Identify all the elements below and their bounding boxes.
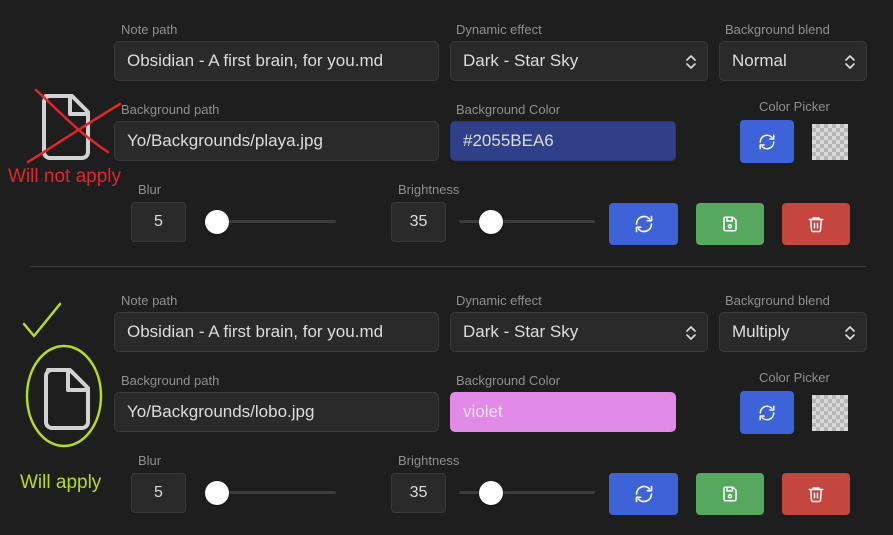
blur-slider-handle[interactable] [205,481,229,505]
save-icon [723,216,737,232]
checkmark-annotation [22,302,62,338]
dynamic-effect-value: Dark - Star Sky [463,51,579,70]
chevron-updown-icon [845,55,855,69]
blur-label: Blur [138,453,162,468]
color-picker-label: Color Picker [759,99,830,114]
brightness-slider-handle[interactable] [479,210,504,234]
background-color-label: Background Color [456,373,561,388]
file-circled-annotation [25,344,103,448]
chevron-updown-icon [845,326,855,340]
background-path-input[interactable]: Yo/Backgrounds/playa.jpg [114,121,439,161]
file-icon [44,368,90,430]
reset-button[interactable] [609,203,678,245]
blur-value[interactable]: 5 [131,202,186,242]
save-button[interactable] [696,473,764,515]
delete-button[interactable] [782,203,850,245]
background-color-label: Background Color [456,102,561,117]
will-apply-annotation: Will apply [20,472,102,493]
background-blend-value: Normal [732,51,787,70]
brightness-value[interactable]: 35 [391,202,446,242]
background-path-label: Background path [121,373,220,388]
background-path-input[interactable]: Yo/Backgrounds/lobo.jpg [114,392,439,432]
color-picker-reset-button[interactable] [740,391,794,434]
dynamic-effect-select[interactable]: Dark - Star Sky [450,312,708,352]
trash-icon [808,487,824,503]
delete-button[interactable] [782,473,850,515]
background-color-input[interactable]: #2055BEA6 [450,121,676,161]
checkmark-icon [22,302,62,338]
color-picker-reset-button[interactable] [740,120,794,163]
brightness-slider-handle[interactable] [479,481,504,505]
chevron-updown-icon [686,55,696,69]
note-path-label: Note path [121,293,178,308]
background-blend-value: Multiply [732,322,790,341]
note-path-label: Note path [121,22,178,37]
save-button[interactable] [696,203,764,245]
reset-button[interactable] [609,473,678,515]
background-blend-select[interactable]: Normal [719,41,867,81]
brightness-label: Brightness [398,453,460,468]
dynamic-effect-label: Dynamic effect [456,293,542,308]
dynamic-effect-label: Dynamic effect [456,22,542,37]
refresh-icon [635,485,652,503]
row-divider [30,266,867,267]
dynamic-effect-select[interactable]: Dark - Star Sky [450,41,708,81]
blur-value[interactable]: 5 [131,473,186,513]
blur-slider-handle[interactable] [205,210,229,234]
brightness-label: Brightness [398,182,460,197]
color-picker-label: Color Picker [759,370,830,385]
brightness-value[interactable]: 35 [391,473,446,513]
refresh-icon [759,405,775,420]
refresh-icon [759,134,775,149]
background-blend-label: Background blend [725,22,830,37]
blur-label: Blur [138,182,162,197]
refresh-icon [635,215,652,233]
chevron-updown-icon [686,326,696,340]
color-picker-swatch[interactable] [812,395,848,431]
background-color-input[interactable]: violet [450,392,676,432]
trash-icon [808,217,824,233]
background-blend-select[interactable]: Multiply [719,312,867,352]
dynamic-effect-value: Dark - Star Sky [463,322,579,341]
will-not-apply-annotation: Will not apply [8,166,121,187]
save-icon [723,486,737,502]
note-path-input[interactable]: Obsidian - A first brain, for you.md [114,312,439,352]
note-path-input[interactable]: Obsidian - A first brain, for you.md [114,41,439,81]
color-picker-swatch[interactable] [812,124,848,160]
background-path-label: Background path [121,102,220,117]
background-blend-label: Background blend [725,293,830,308]
